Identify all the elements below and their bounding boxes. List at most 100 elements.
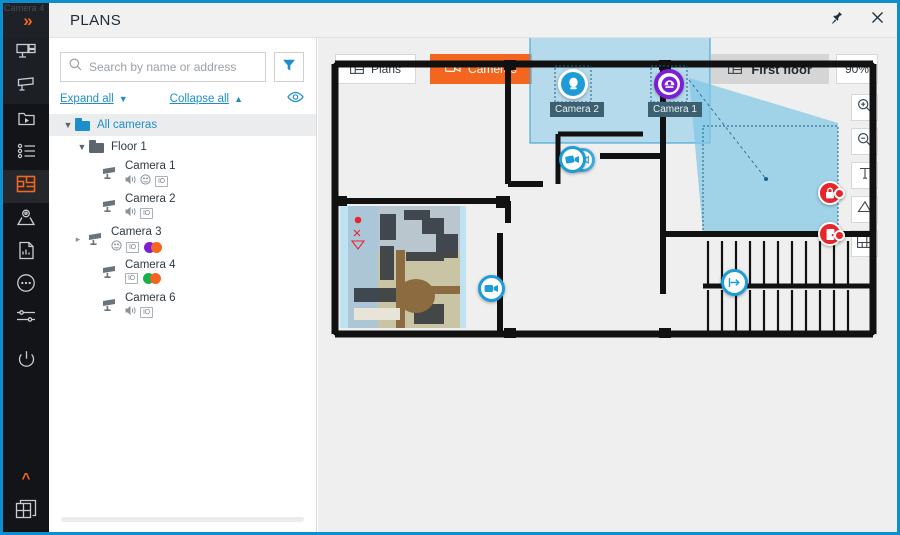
- collapse-all-button[interactable]: Collapse all ▲: [170, 93, 243, 105]
- exit-arrow-icon: [728, 278, 740, 287]
- floor-plan-svg: [331, 7, 877, 338]
- tree-actions-row: Expand all ▼ Collapse all ▲: [49, 82, 316, 106]
- camera-name: Camera 4: [125, 259, 176, 271]
- tree-horizontal-scrollbar[interactable]: [61, 517, 304, 522]
- camera-1-marker[interactable]: [654, 69, 684, 99]
- camera-icon: [99, 257, 125, 279]
- floor-plan-canvas[interactable]: Camera 2 Camera 1: [318, 7, 897, 532]
- list-item[interactable]: Camera 4 IO: [49, 257, 316, 290]
- status-dot-orange: [149, 273, 161, 284]
- camera-2-label: Camera 2: [550, 102, 604, 117]
- camera-left-marker[interactable]: [478, 275, 505, 302]
- chevron-right-icon[interactable]: ▸: [71, 224, 85, 245]
- rail-expand-button[interactable]: Camera 4 »: [3, 3, 49, 38]
- chevron-down-icon: ▼: [118, 93, 128, 104]
- tree-twisty: [85, 290, 99, 300]
- plans-window: Camera 4 » ^ PLANS Search by name or add…: [0, 0, 900, 535]
- video-wall-icon: [16, 43, 36, 66]
- list-item[interactable]: Camera 1 IO: [49, 158, 316, 191]
- page-title: PLANS: [70, 11, 122, 29]
- chevron-up-icon: ▲: [234, 93, 244, 104]
- report-icon: [18, 241, 35, 265]
- sidebar-item-settings[interactable]: [3, 302, 49, 335]
- search-row: Search by name or address: [49, 38, 316, 82]
- list-item-body: Camera 6 IO: [125, 290, 176, 318]
- status-dots: [142, 273, 161, 284]
- sidebar-item-plans[interactable]: [3, 170, 49, 203]
- speaker-icon: [125, 305, 136, 318]
- pin-icon: [830, 11, 844, 30]
- io-badge: IO: [126, 241, 139, 253]
- layout-grid-icon: [15, 499, 37, 525]
- sidebar-item-layouts[interactable]: [3, 492, 49, 532]
- sidebar-item-events[interactable]: [3, 137, 49, 170]
- camera-fov-handle: [764, 177, 768, 181]
- camera-name: Camera 2: [125, 193, 176, 205]
- tree-node-all-cameras[interactable]: ▼ All cameras: [49, 114, 316, 136]
- list-item-body: Camera 4 IO: [125, 257, 176, 284]
- camera-badges: IO: [125, 174, 176, 188]
- door-lock-marker-badge: [834, 188, 845, 199]
- camera-name: Camera 1: [125, 160, 176, 172]
- camera-icon: [99, 290, 125, 312]
- exit-marker[interactable]: [721, 269, 748, 296]
- more-dots-icon: [16, 273, 36, 298]
- rail-icon-list: [3, 38, 49, 378]
- folder-grey-icon: [89, 140, 105, 153]
- sidebar-item-archive[interactable]: [3, 104, 49, 137]
- sidebar-item-power[interactable]: [3, 345, 49, 378]
- settings-sliders-icon: [16, 308, 36, 329]
- face-icon: [111, 240, 122, 254]
- camera-group-marker[interactable]: [559, 146, 586, 173]
- dome-camera-icon: [568, 77, 578, 89]
- close-button[interactable]: [857, 3, 897, 37]
- sidebar-item-maps[interactable]: [3, 203, 49, 236]
- expand-all-button[interactable]: Expand all ▼: [60, 93, 128, 105]
- camera-tree: ▼ All cameras ▼ Floor 1 Camera 1 IO Came…: [49, 114, 316, 323]
- speaker-icon: [125, 174, 136, 187]
- visibility-toggle-button[interactable]: [287, 91, 304, 106]
- camera-badges: IO: [125, 273, 176, 284]
- left-icon-rail: Camera 4 » ^: [3, 3, 49, 532]
- rail-ghost-label: Camera 4: [4, 3, 45, 13]
- list-item[interactable]: Camera 2 IO: [49, 191, 316, 224]
- io-badge: IO: [125, 273, 138, 284]
- io-badge: IO: [140, 207, 153, 219]
- list-item[interactable]: Camera 6 IO: [49, 290, 316, 323]
- list-item[interactable]: ▸ Camera 3 IO: [49, 224, 316, 257]
- camera-icon: [16, 76, 37, 99]
- pin-button[interactable]: [817, 3, 857, 37]
- filter-button[interactable]: [274, 52, 304, 82]
- tree-node-floor-1[interactable]: ▼ Floor 1: [49, 136, 316, 158]
- plan-canvas-area: Plans Cameras First floor 90% Camera 2 C…: [318, 7, 897, 532]
- sidebar-item-reports[interactable]: [3, 236, 49, 269]
- status-dots: [143, 241, 162, 253]
- dome-camera-icon: [661, 76, 677, 92]
- chevron-double-right-icon: »: [23, 11, 33, 30]
- search-placeholder: Search by name or address: [89, 60, 237, 74]
- camera-live-preview[interactable]: [340, 206, 466, 328]
- speaker-icon: [125, 206, 136, 219]
- chevron-down-icon[interactable]: ▼: [75, 142, 89, 152]
- camera-fov-inner: [689, 78, 838, 233]
- tree-node-label: All cameras: [97, 119, 158, 131]
- sidebar-item-cameras[interactable]: [3, 71, 49, 104]
- search-input[interactable]: Search by name or address: [60, 52, 266, 82]
- chevron-up-icon[interactable]: ^: [22, 467, 31, 492]
- camera-badges: IO: [111, 240, 162, 254]
- search-icon: [69, 58, 82, 76]
- map-pin-icon: [16, 208, 36, 231]
- camera-badges: IO: [125, 206, 176, 219]
- camera-tree-panel: Search by name or address Expand all ▼ C…: [49, 38, 317, 532]
- camera-icon: [99, 158, 125, 180]
- face-icon: [140, 174, 151, 188]
- sidebar-item-more[interactable]: [3, 269, 49, 302]
- filter-funnel-icon: [282, 58, 296, 77]
- camera-2-marker[interactable]: [558, 69, 588, 99]
- video-camera-icon: [484, 285, 498, 292]
- title-bar: PLANS: [49, 3, 897, 38]
- sidebar-item-video-wall[interactable]: [3, 38, 49, 71]
- list-item-body: Camera 2 IO: [125, 191, 176, 219]
- chevron-down-icon[interactable]: ▼: [61, 120, 75, 130]
- tree-twisty: [85, 257, 99, 267]
